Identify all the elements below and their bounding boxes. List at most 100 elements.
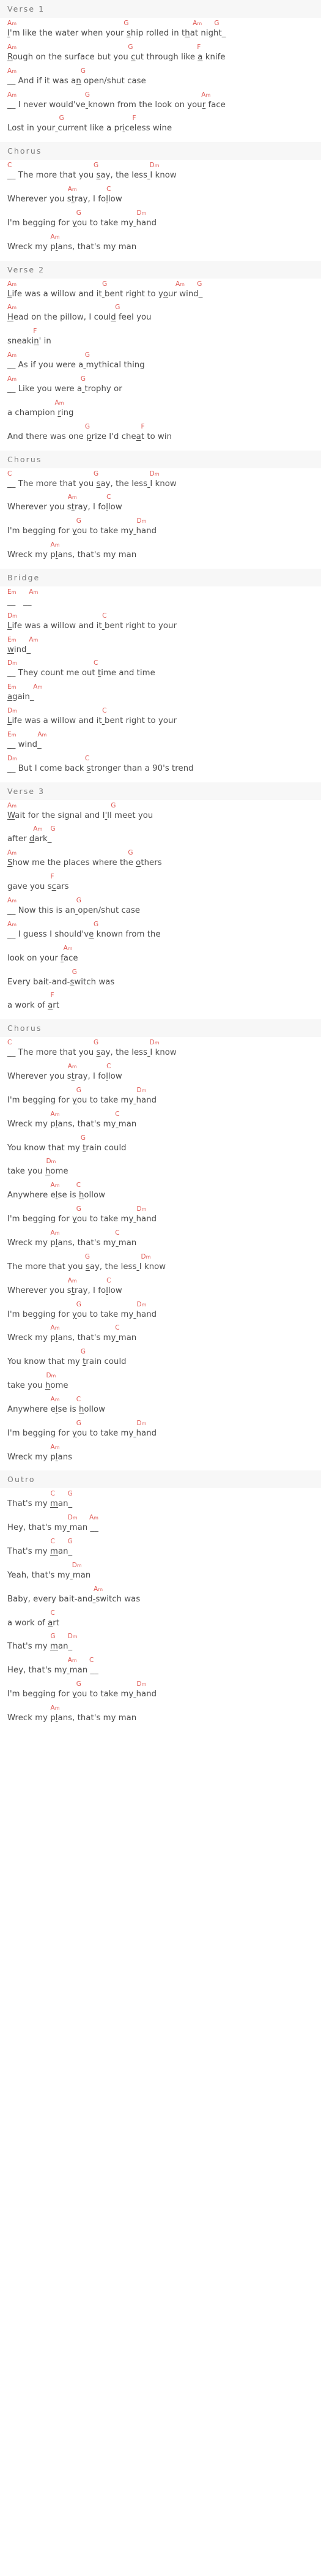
chord-row: Em Am xyxy=(7,637,314,645)
chord-label: G xyxy=(50,825,56,833)
chord-row: Em Am xyxy=(7,684,314,692)
song-section: Chorus C G Dm __ The more that you say, the … xyxy=(0,1019,321,1462)
section-lines: Am G Am G I'm like the water when your ship … xyxy=(0,20,321,133)
lyric-row: I'm begging for you to take my hand xyxy=(7,1309,157,1319)
chord-sheet: Verse 1 Am G Am G I'm like the water when you… xyxy=(0,0,321,1723)
chord-label: Dm xyxy=(72,1561,82,1569)
chord-label: G xyxy=(84,1252,90,1260)
chord-row: Am C xyxy=(7,1182,314,1191)
chord-lyric-line: Am Baby, every bait-and-switch was xyxy=(7,1586,314,1604)
lyric-row: look on your face xyxy=(7,953,78,963)
chord-lyric-line: G Every bait-and-switch was xyxy=(7,969,314,987)
chord-label: Dm xyxy=(46,1372,56,1380)
lyric-row: Wreck my plans xyxy=(7,1452,73,1462)
chord-row: Dm xyxy=(7,1158,314,1167)
chord-label: C xyxy=(94,659,98,667)
chord-label: C xyxy=(115,1110,120,1118)
chord-lyric-line: Am G __ Now this is an open/shut case xyxy=(7,897,314,916)
chord-row: F xyxy=(7,328,314,337)
chord-row: C xyxy=(7,1610,314,1619)
chord-row: G Dm xyxy=(7,1301,314,1310)
chord-lyric-line: Em Am __ __ xyxy=(7,589,314,607)
chord-label: Dm xyxy=(149,1039,160,1047)
chord-label: G xyxy=(94,1039,99,1047)
chord-label: Am xyxy=(54,399,64,406)
chord-row: Am G xyxy=(7,826,314,834)
chord-label: G xyxy=(72,968,77,976)
lyric-row: take you home xyxy=(7,1381,68,1391)
chord-label: G xyxy=(76,517,81,525)
lyric-row: Wherever you stray, I follow xyxy=(7,195,122,204)
chord-lyric-line: Am Wreck my plans, that's my man xyxy=(7,234,314,252)
lyric-row: Baby, every bait-and-switch was xyxy=(7,1594,141,1604)
lyric-row: __ The more that you say, the less I kno… xyxy=(7,171,177,181)
chord-lyric-line: Am C Anywhere else is hollow xyxy=(7,1396,314,1415)
chord-label: G xyxy=(80,1134,86,1142)
chord-label: Am xyxy=(50,1443,60,1451)
chord-row: Am xyxy=(7,1444,314,1453)
chord-label: C xyxy=(7,470,12,477)
lyric-row: Wreck my plans, that's my man xyxy=(7,242,137,252)
song-section: Verse 3 Am G Wait for the signal and I'll m… xyxy=(0,782,321,1011)
chord-label: C xyxy=(50,1490,55,1498)
chord-lyric-line: Fgave you scars xyxy=(7,874,314,892)
chord-label: F xyxy=(50,873,54,881)
chord-lyric-line: C G Dm __ The more that you say, the less I… xyxy=(7,1039,314,1058)
chord-label: Am xyxy=(7,375,17,383)
lyric-row: Anywhere else is hollow xyxy=(7,1404,106,1414)
lyric-row: __ But I come back stronger than a 90's … xyxy=(7,763,194,773)
chord-lyric-line: Dm Am Hey, that's my man __ xyxy=(7,1515,314,1533)
chord-label: Dm xyxy=(7,612,17,620)
lyric-row: I'm begging for you to take my hand xyxy=(7,526,157,536)
chord-lyric-line: G You know that my train could xyxy=(7,1349,314,1367)
lyric-row: I'm begging for you to take my hand xyxy=(7,218,157,228)
chord-lyric-line: Am C Wherever you stray, I follow xyxy=(7,1278,314,1296)
chord-lyric-line: G Dm I'm begging for you to take my hand xyxy=(7,210,314,228)
chord-lyric-line: Am G Am G Life was a willow and it bent righ… xyxy=(7,281,314,299)
chord-lyric-line: G Dm I'm begging for you to take my hand xyxy=(7,1681,314,1699)
chord-lyric-line: C G That's my man_ xyxy=(7,1491,314,1509)
lyric-row: __ I guess I should've known from the xyxy=(7,929,161,939)
chord-label: G xyxy=(197,280,202,288)
chord-row: CG xyxy=(7,1491,314,1499)
chord-row: Am G Am G xyxy=(7,20,314,29)
chord-label: Am xyxy=(175,280,185,288)
chord-label: Am xyxy=(7,351,17,359)
chord-lyric-line: Dm take you home xyxy=(7,1158,314,1177)
chord-lyric-line: Dm C __ They count me out time and time xyxy=(7,660,314,678)
lyric-row: Rough on the surface but you cut through… xyxy=(7,52,226,62)
chord-row: G Dm xyxy=(7,1254,314,1262)
lyric-row: The more that you say, the less I know xyxy=(7,1262,166,1271)
lyric-row: take you home xyxy=(7,1167,68,1177)
chord-label: G xyxy=(80,67,86,75)
chord-label: Dm xyxy=(136,1419,147,1427)
chord-label: Am xyxy=(33,683,43,691)
chord-label: C xyxy=(102,707,107,715)
chord-label: G xyxy=(115,304,120,312)
section-lines: Am G Am G Life was a willow and it bent righ… xyxy=(0,281,321,442)
lyric-row: Wreck my plans, that's my man xyxy=(7,1713,137,1723)
chord-lyric-line: G Dm That's my man_ xyxy=(7,1633,314,1652)
chord-row: Dm xyxy=(7,1372,314,1381)
chord-row: GF xyxy=(7,424,314,432)
chord-label: G xyxy=(67,1490,73,1498)
chord-label: Am xyxy=(7,280,17,288)
lyric-row: __ As if you were a mythical thing xyxy=(7,361,145,370)
chord-row: G Dm xyxy=(7,1087,314,1096)
chord-row: Am C xyxy=(7,494,314,503)
chord-row: Am G xyxy=(7,304,314,313)
chord-label: Dm xyxy=(141,1252,151,1260)
chord-label: Dm xyxy=(7,659,17,667)
chord-lyric-line: Am C Wreck my plans, that's my man xyxy=(7,1325,314,1343)
chord-row: CG xyxy=(7,1538,314,1547)
chord-lyric-line: G Dm I'm begging for you to take my hand xyxy=(7,1420,314,1439)
chord-lyric-line: G Dm I'm begging for you to take my hand xyxy=(7,1087,314,1106)
chord-lyric-line: G F And there was one prize I'd cheat to w… xyxy=(7,424,314,442)
lyric-row: Life was a willow and it bent right to y… xyxy=(7,289,203,299)
chord-row: G Dm xyxy=(7,1420,314,1429)
chord-label: Am xyxy=(67,1657,77,1664)
lyric-row: Anywhere else is hollow xyxy=(7,1191,106,1200)
chord-label: G xyxy=(214,20,220,27)
chord-row: Am G F xyxy=(7,44,314,53)
lyric-row: That's my man_ xyxy=(7,1547,73,1557)
